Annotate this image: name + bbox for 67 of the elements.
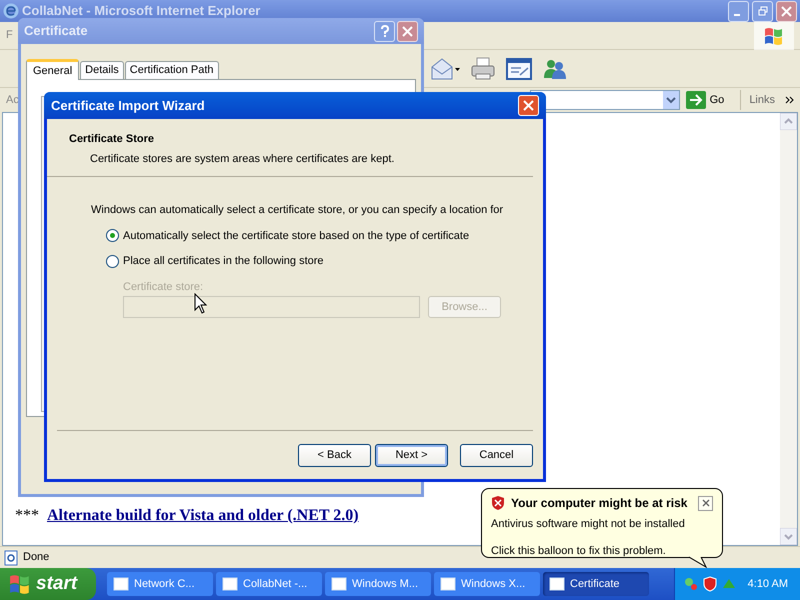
shield-icon[interactable] xyxy=(703,576,717,592)
taskbar-button[interactable]: Network C... xyxy=(107,572,213,596)
radio-option[interactable]: Place all certificates in the following store xyxy=(89,253,543,270)
close-icon xyxy=(523,100,534,111)
scroll-up-icon[interactable] xyxy=(780,113,797,130)
cancel-button[interactable]: Cancel xyxy=(460,444,533,466)
help-button[interactable] xyxy=(374,20,395,42)
dialog-title: Certificate xyxy=(24,22,89,40)
windows-flag-icon xyxy=(9,574,31,594)
browser-logo-icon xyxy=(3,3,19,19)
back-button[interactable]: < Back xyxy=(298,444,371,466)
window-title: CollabNet - Microsoft Internet Explorer xyxy=(22,2,260,20)
window-icon xyxy=(222,576,238,592)
scroll-down-icon[interactable] xyxy=(780,528,797,545)
dialog-title: Certificate Import Wizard xyxy=(51,96,206,115)
section-heading: Certificate Store xyxy=(69,132,155,147)
chevron-icon[interactable] xyxy=(785,96,794,104)
next-button[interactable]: Next > xyxy=(375,444,448,466)
clock: 4:10 AM xyxy=(748,576,788,592)
windows-flag-icon xyxy=(764,26,784,44)
minimize-button[interactable] xyxy=(728,0,749,22)
address-field[interactable] xyxy=(530,90,680,110)
window-icon xyxy=(331,576,347,592)
notification-balloon[interactable]: Your computer might be at risk Antivirus software might not be installed Click this balloon to fix this problem. xyxy=(481,488,723,558)
balloon-text: Antivirus software might not be installed xyxy=(491,517,686,532)
mail-icon[interactable] xyxy=(430,56,460,80)
balloon-text: Click this balloon to fix this problem. xyxy=(491,544,667,558)
section-description: Certificate stores are system areas where certificates are kept. xyxy=(89,152,396,166)
close-icon xyxy=(702,499,710,507)
arrow-right-icon xyxy=(686,91,706,109)
close-icon xyxy=(781,6,792,16)
download-link[interactable]: Alternate build for Vista and older (.NET 2.0) xyxy=(47,504,359,528)
bullet-text: *** xyxy=(15,506,39,526)
shield-icon xyxy=(491,495,505,511)
restore-button[interactable] xyxy=(752,0,773,22)
people-icon[interactable] xyxy=(542,58,568,80)
balloon-title: Your computer might be at risk xyxy=(511,495,688,512)
go-button[interactable]: Go xyxy=(684,90,726,110)
close-button[interactable] xyxy=(698,496,713,510)
tab[interactable]: Details xyxy=(80,61,124,79)
address-label: Ac xyxy=(6,92,20,108)
printer-icon[interactable] xyxy=(470,56,496,80)
tab[interactable]: Certification Path xyxy=(124,61,219,79)
question-mark-icon xyxy=(380,25,390,37)
taskbar-button[interactable]: Windows X... xyxy=(434,572,540,596)
start-button[interactable]: start xyxy=(0,568,96,600)
taskbar-button[interactable]: Certificate xyxy=(543,572,649,596)
page-icon xyxy=(3,550,19,566)
balloon-pointer xyxy=(689,556,709,568)
taskbar-button[interactable]: Windows M... xyxy=(325,572,431,596)
minimize-icon xyxy=(734,14,740,16)
radio-option[interactable]: Automatically select the certificate store based on the type of certificate xyxy=(89,228,543,244)
edit-page-icon[interactable] xyxy=(506,58,532,80)
restore-icon xyxy=(758,6,768,16)
status-text: Done xyxy=(23,550,50,566)
cursor-icon xyxy=(194,293,207,314)
window-icon xyxy=(549,576,565,592)
tab[interactable]: General xyxy=(26,59,80,80)
links-label[interactable]: Links xyxy=(749,92,775,108)
window-icon xyxy=(440,576,456,592)
field-label: Certificate store: xyxy=(123,280,204,294)
input-field[interactable] xyxy=(123,296,420,318)
close-icon xyxy=(402,26,413,36)
window-icon xyxy=(113,576,129,592)
taskbar-button[interactable]: CollabNet -... xyxy=(216,572,322,596)
instruction-text: Windows can automatically select a certificate store, or you can specify a location for xyxy=(91,203,504,218)
scrollbar[interactable] xyxy=(780,113,797,545)
